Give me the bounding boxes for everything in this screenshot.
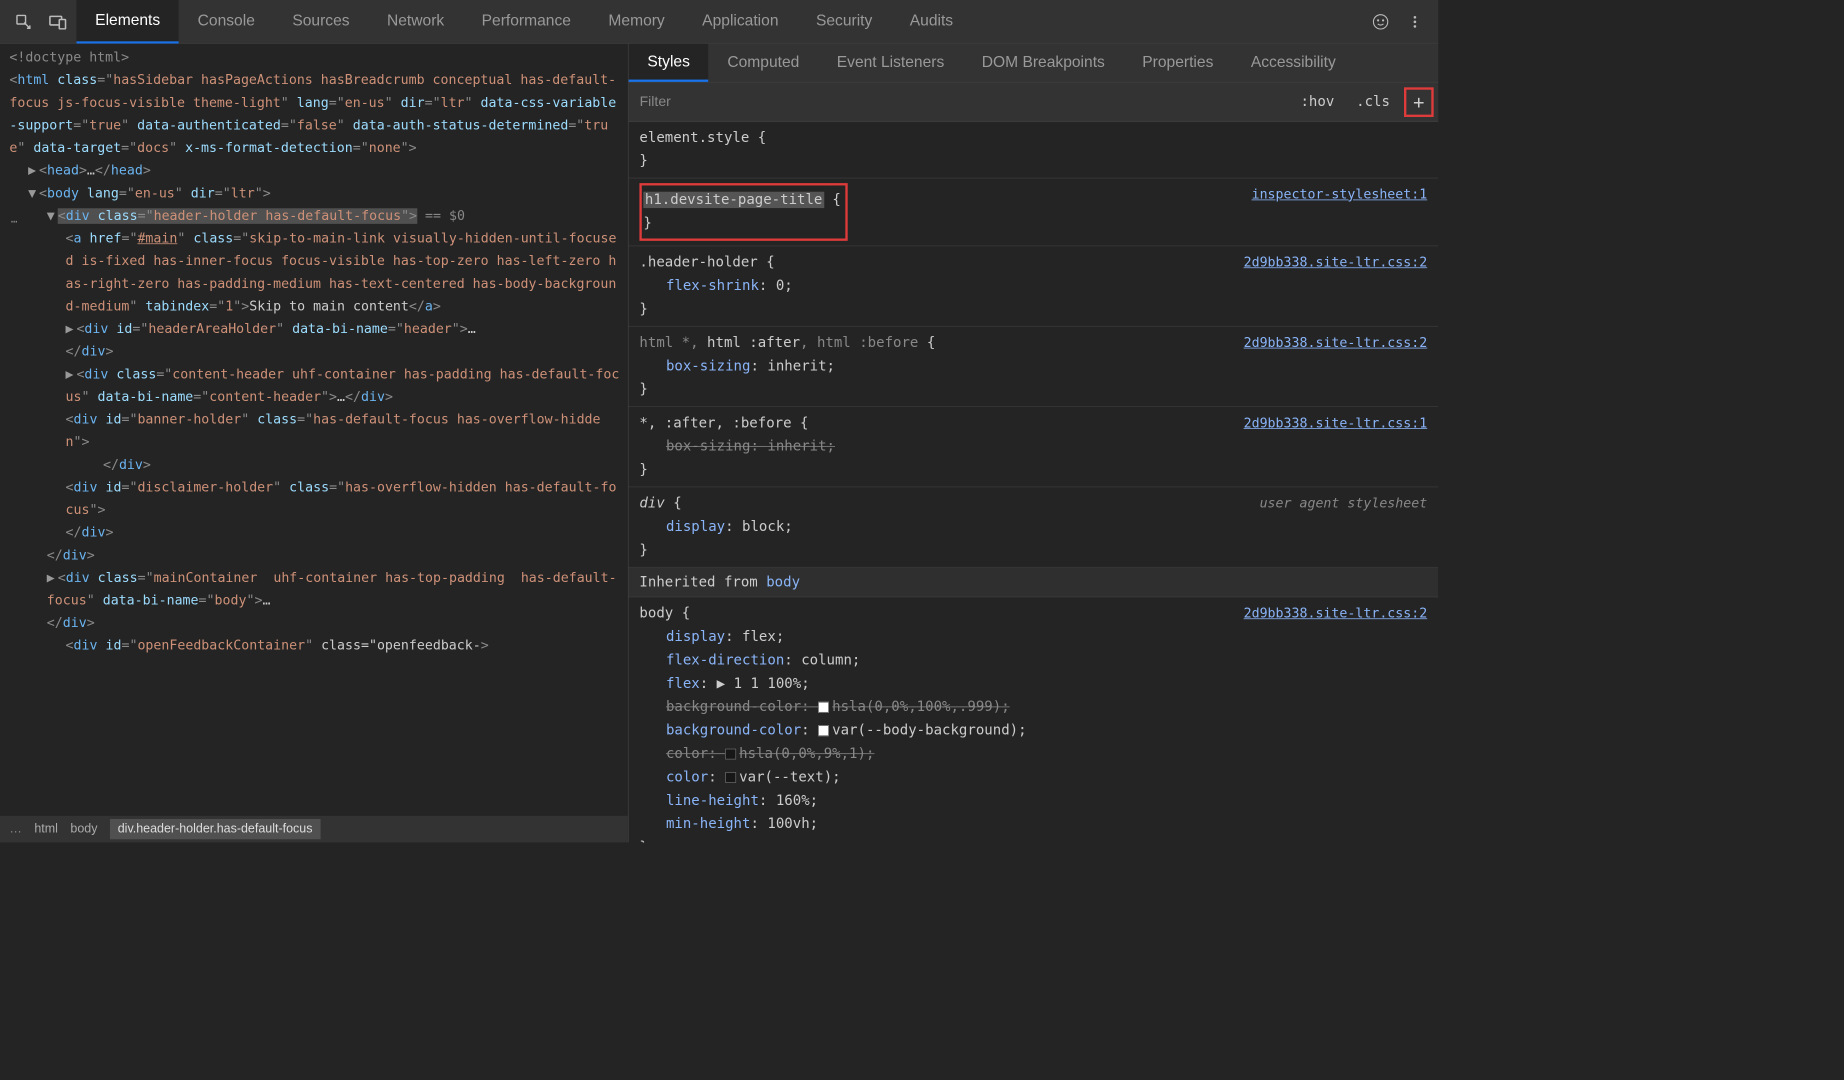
styles-subtabs: StylesComputedEvent ListenersDOM Breakpo… <box>629 44 1439 83</box>
subtab-computed[interactable]: Computed <box>709 44 818 82</box>
dom-node[interactable]: <html class="hasSidebar hasPageActions h… <box>9 69 621 159</box>
stylesheet-link[interactable]: inspector-stylesheet:1 <box>1252 183 1428 206</box>
content-split: <!doctype html><html class="hasSidebar h… <box>0 44 1438 843</box>
dom-node[interactable]: </div> <box>9 544 621 567</box>
hov-toggle[interactable]: :hov <box>1290 90 1346 113</box>
breadcrumb-item[interactable]: body <box>70 822 97 836</box>
stylesheet-link[interactable]: 2d9bb338.site-ltr.css:2 <box>1244 251 1428 274</box>
tab-network[interactable]: Network <box>368 0 463 43</box>
stylesheet-link[interactable]: 2d9bb338.site-ltr.css:1 <box>1244 412 1428 435</box>
style-rule[interactable]: inspector-stylesheet:1h1.devsite-page-ti… <box>629 179 1439 247</box>
breadcrumb: …htmlbodydiv.header-holder.has-default-f… <box>0 816 628 843</box>
stylesheet-link[interactable]: user agent stylesheet <box>1260 492 1428 515</box>
more-icon[interactable] <box>1399 6 1430 37</box>
dom-node[interactable]: </div> <box>9 612 621 635</box>
styles-body[interactable]: element.style {}inspector-stylesheet:1h1… <box>629 122 1439 843</box>
tab-application[interactable]: Application <box>683 0 797 43</box>
dom-node[interactable]: <div id="openFeedbackContainer" class="o… <box>9 635 621 658</box>
subtab-accessibility[interactable]: Accessibility <box>1232 44 1354 82</box>
dom-node[interactable]: ▶<div class="content-header uhf-containe… <box>9 363 621 408</box>
style-rule[interactable]: 2d9bb338.site-ltr.css:2.header-holder {f… <box>629 246 1439 326</box>
cls-toggle[interactable]: .cls <box>1345 90 1401 113</box>
dom-node[interactable]: </div> <box>9 522 621 545</box>
dom-node[interactable]: ▶<div id="headerAreaHolder" data-bi-name… <box>9 318 621 341</box>
devtools-toolbar: ElementsConsoleSourcesNetworkPerformance… <box>0 0 1438 44</box>
dom-node[interactable]: <div id="disclaimer-holder" class="has-o… <box>9 477 621 522</box>
filter-bar: :hov .cls + <box>629 83 1439 122</box>
tab-elements[interactable]: Elements <box>76 0 178 43</box>
tab-sources[interactable]: Sources <box>274 0 369 43</box>
styles-panel: StylesComputedEvent ListenersDOM Breakpo… <box>629 44 1439 843</box>
dom-node[interactable]: ▼<body lang="en-us" dir="ltr"> <box>9 183 621 206</box>
stylesheet-link[interactable]: 2d9bb338.site-ltr.css:2 <box>1244 602 1428 625</box>
device-toggle-icon[interactable] <box>42 6 73 37</box>
tab-console[interactable]: Console <box>179 0 274 43</box>
breadcrumb-item[interactable]: html <box>34 822 58 836</box>
tab-security[interactable]: Security <box>797 0 891 43</box>
dom-node[interactable]: ▼<div class="header-holder has-default-f… <box>9 205 621 228</box>
tab-audits[interactable]: Audits <box>891 0 972 43</box>
subtab-styles[interactable]: Styles <box>629 44 709 82</box>
dom-tree[interactable]: <!doctype html><html class="hasSidebar h… <box>0 44 628 816</box>
dom-node[interactable]: <a href="#main" class="skip-to-main-link… <box>9 228 621 318</box>
dom-node[interactable]: ▶<div class="mainContainer uhf-container… <box>9 567 621 612</box>
inspect-icon[interactable] <box>8 6 39 37</box>
filter-input[interactable] <box>640 94 1290 110</box>
elements-panel: <!doctype html><html class="hasSidebar h… <box>0 44 629 843</box>
style-rule[interactable]: user agent stylesheetdiv {display: block… <box>629 487 1439 567</box>
dom-node[interactable]: </div> <box>9 341 621 364</box>
subtab-dom-breakpoints[interactable]: DOM Breakpoints <box>963 44 1124 82</box>
style-rule[interactable]: 2d9bb338.site-ltr.css:2html *, html :aft… <box>629 327 1439 407</box>
style-rule[interactable]: 2d9bb338.site-ltr.css:1*, :after, :befor… <box>629 407 1439 487</box>
inherited-header: Inherited from body <box>629 568 1439 598</box>
dom-node[interactable]: <div id="banner-holder" class="has-defau… <box>9 409 621 454</box>
style-rule[interactable]: 2d9bb338.site-ltr.css:2body {display: fl… <box>629 597 1439 842</box>
main-tabs: ElementsConsoleSourcesNetworkPerformance… <box>76 0 971 43</box>
subtab-event-listeners[interactable]: Event Listeners <box>818 44 963 82</box>
tab-performance[interactable]: Performance <box>463 0 590 43</box>
subtab-properties[interactable]: Properties <box>1124 44 1233 82</box>
style-rule[interactable]: element.style {} <box>629 122 1439 179</box>
dom-node[interactable]: <!doctype html> <box>9 47 621 70</box>
smiley-icon[interactable] <box>1365 6 1396 37</box>
breadcrumb-item[interactable]: div.header-holder.has-default-focus <box>110 819 320 839</box>
stylesheet-link[interactable]: 2d9bb338.site-ltr.css:2 <box>1244 332 1428 355</box>
dom-node[interactable]: ▶<head>…</head> <box>9 160 621 183</box>
tab-memory[interactable]: Memory <box>590 0 684 43</box>
new-style-rule-button[interactable]: + <box>1404 87 1434 117</box>
dom-node[interactable]: </div> <box>9 454 621 477</box>
